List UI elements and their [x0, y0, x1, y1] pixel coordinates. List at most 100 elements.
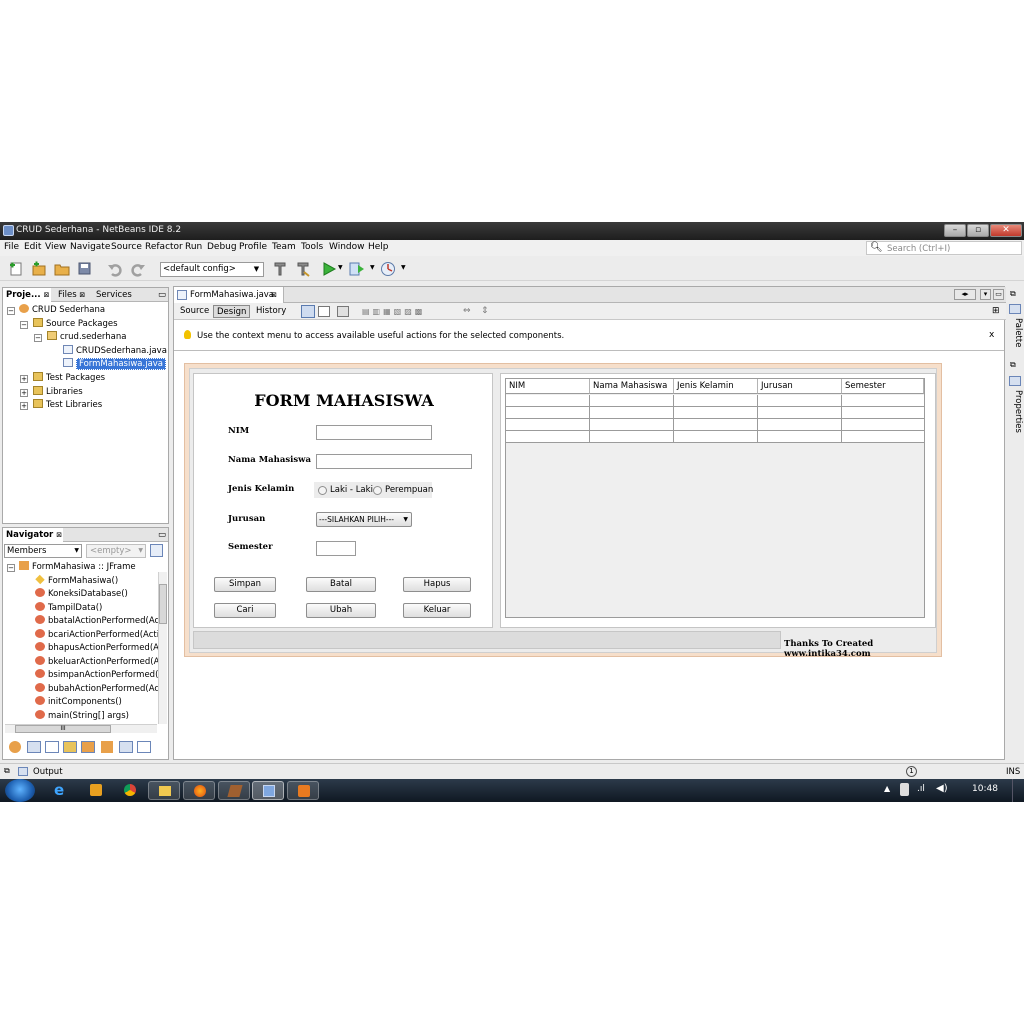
static-icon[interactable]: [45, 741, 59, 753]
input-panel[interactable]: FORM MAHASISWA NIM Nama Mahasiswa Jenis …: [193, 373, 493, 628]
menu-debug[interactable]: Debug: [207, 242, 237, 252]
radio-laki[interactable]: [318, 486, 327, 495]
resize-vertical-icon[interactable]: ⇕: [481, 306, 489, 316]
maximize-button[interactable]: ▫: [967, 224, 989, 237]
debug-dropdown-icon[interactable]: ▼: [370, 264, 375, 271]
palette-tab[interactable]: Palette: [1013, 318, 1023, 347]
sort-icon[interactable]: [101, 741, 113, 753]
resize-horizontal-icon[interactable]: ⇔: [463, 306, 471, 316]
collapse-icon[interactable]: −: [34, 334, 42, 342]
table-row[interactable]: [506, 419, 924, 431]
run-dropdown-icon[interactable]: ▼: [338, 264, 343, 271]
tree-file-crud[interactable]: CRUDSederhana.java: [63, 345, 167, 358]
expand-icon[interactable]: +: [20, 375, 28, 383]
column-header[interactable]: Jenis Kelamin: [674, 379, 758, 394]
tree-test-packages[interactable]: Test Packages: [33, 372, 105, 385]
split-editor-icon[interactable]: ⊞: [992, 306, 1000, 316]
lock-icon[interactable]: [63, 741, 77, 753]
menu-refactor[interactable]: Refactor: [145, 242, 183, 252]
ubah-button[interactable]: Ubah: [306, 603, 376, 618]
expand-icon[interactable]: +: [20, 389, 28, 397]
restore-icon[interactable]: ⧉: [1010, 360, 1016, 370]
data-table[interactable]: NIM Nama Mahasiswa Jenis Kelamin Jurusan…: [505, 378, 925, 618]
open-project-icon[interactable]: [54, 261, 70, 277]
network-icon[interactable]: .ıl: [917, 784, 925, 794]
table-row[interactable]: [506, 395, 924, 407]
column-header[interactable]: NIM: [506, 379, 590, 394]
minimize-button[interactable]: –: [944, 224, 966, 237]
close-hint-button[interactable]: x: [989, 330, 994, 340]
tab-projects[interactable]: Proje... ⊠: [3, 288, 51, 302]
debug-icon[interactable]: [349, 261, 365, 277]
menu-tools[interactable]: Tools: [301, 242, 323, 252]
nim-field[interactable]: [316, 425, 432, 440]
menu-edit[interactable]: Edit: [24, 242, 41, 252]
media-player-icon[interactable]: [80, 781, 112, 800]
new-file-icon[interactable]: [8, 261, 24, 277]
view-design[interactable]: Design: [213, 305, 251, 318]
menu-profile[interactable]: Profile: [239, 242, 267, 252]
expand-icon[interactable]: +: [20, 402, 28, 410]
sublime-icon[interactable]: [287, 781, 319, 800]
nav-item[interactable]: bbatalActionPerformed(Action: [35, 615, 159, 628]
tab-formmahasiwa[interactable]: FormMahasiwa.java ⊠: [174, 287, 284, 303]
nav-item[interactable]: bkeluarActionPerformed(Acti: [35, 656, 159, 669]
tree-file-form[interactable]: FormMahasiwa.java: [63, 358, 167, 371]
profile-icon[interactable]: [380, 261, 396, 277]
usb-icon[interactable]: [900, 783, 909, 796]
firefox-icon[interactable]: [183, 781, 215, 800]
minimize-panel-icon[interactable]: ▭: [155, 288, 167, 302]
align-icons[interactable]: ▤▥▦▧▨▩: [362, 307, 425, 316]
menu-run[interactable]: Run: [185, 242, 202, 252]
empty-select[interactable]: <empty> ▼: [86, 544, 146, 558]
winrar-icon[interactable]: [218, 781, 250, 800]
nav-root[interactable]: FormMahasiwa :: JFrame: [19, 561, 136, 574]
fields-icon[interactable]: [27, 741, 41, 753]
clean-build-icon[interactable]: [295, 261, 311, 277]
nav-item[interactable]: initComponents(): [35, 696, 122, 709]
nav-item[interactable]: bcariActionPerformed(ActionE: [35, 629, 159, 642]
chrome-icon[interactable]: [114, 781, 146, 800]
menu-window[interactable]: Window: [329, 242, 365, 252]
tab-list-icon[interactable]: ▾: [980, 289, 991, 300]
sort-source-icon[interactable]: [137, 741, 151, 753]
close-tab-icon[interactable]: ⊠: [271, 287, 277, 303]
palette-icon[interactable]: [1009, 304, 1021, 314]
members-select[interactable]: Members ▼: [4, 544, 82, 558]
batal-button[interactable]: Batal: [306, 577, 376, 592]
menu-view[interactable]: View: [45, 242, 66, 252]
sort-alpha-icon[interactable]: [119, 741, 133, 753]
filter-icon[interactable]: [150, 544, 163, 557]
explorer-icon[interactable]: [148, 781, 180, 800]
cari-button[interactable]: Cari: [214, 603, 276, 618]
build-icon[interactable]: [272, 261, 288, 277]
save-all-icon[interactable]: [77, 261, 93, 277]
netbeans-taskbar-icon[interactable]: [252, 781, 284, 800]
jurusan-combobox[interactable]: ---SILAHKAN PILIH--- ▼: [316, 512, 412, 527]
nav-item[interactable]: KoneksiDatabase(): [35, 588, 128, 601]
nav-item[interactable]: main(String[] args): [35, 710, 129, 723]
table-row[interactable]: [506, 431, 924, 443]
redo-icon[interactable]: [130, 261, 146, 277]
horizontal-scrollbar[interactable]: III: [5, 724, 157, 733]
menu-help[interactable]: Help: [368, 242, 389, 252]
show-hidden-icons[interactable]: ▲: [884, 784, 890, 793]
new-project-icon[interactable]: [31, 261, 47, 277]
jframe-form[interactable]: FORM MAHASISWA NIM Nama Mahasiswa Jenis …: [184, 363, 942, 659]
tree-project[interactable]: CRUD Sederhana: [19, 304, 105, 317]
ie-icon[interactable]: e: [45, 781, 77, 800]
vertical-scrollbar[interactable]: [158, 572, 167, 724]
nav-item[interactable]: bubahActionPerformed(Action: [35, 683, 159, 696]
clock[interactable]: 10:48: [972, 784, 998, 794]
profile-dropdown-icon[interactable]: ▼: [401, 264, 406, 271]
tree-libraries[interactable]: Libraries: [33, 386, 83, 399]
output-tab[interactable]: Output: [33, 767, 63, 777]
nav-item[interactable]: TampilData(): [35, 602, 102, 615]
table-row[interactable]: [506, 407, 924, 419]
show-desktop-button[interactable]: [1012, 779, 1024, 802]
run-icon[interactable]: [321, 261, 337, 277]
tab-navigator[interactable]: Navigator ⊠: [3, 528, 63, 542]
minimize-panel-icon[interactable]: ▭: [155, 528, 167, 542]
tree-test-libraries[interactable]: Test Libraries: [33, 399, 102, 412]
maximize-editor-icon[interactable]: ▭: [993, 289, 1004, 300]
